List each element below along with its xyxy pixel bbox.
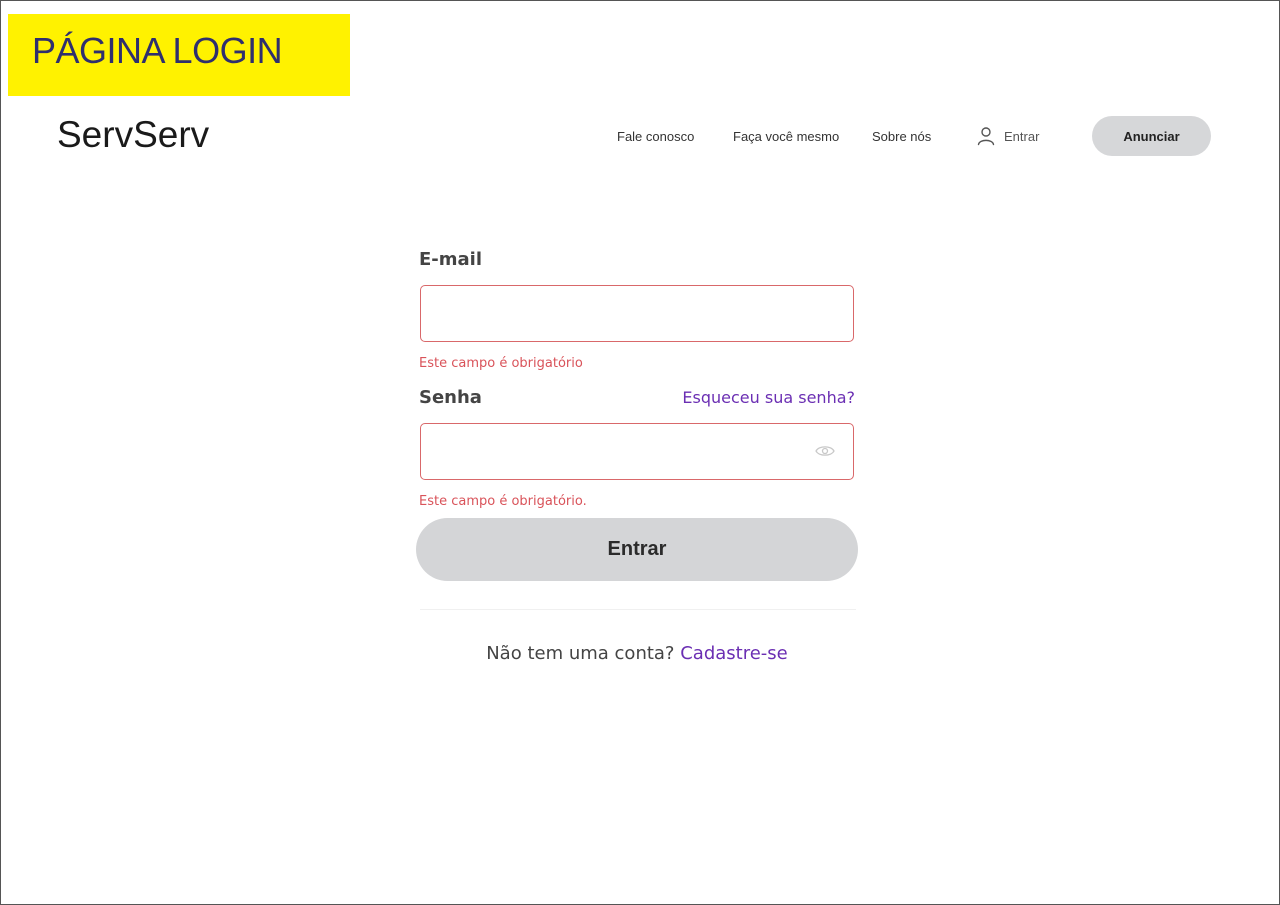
form-divider <box>420 609 856 610</box>
eye-icon[interactable] <box>815 443 835 459</box>
email-field-box <box>420 285 854 342</box>
password-field[interactable] <box>421 424 853 479</box>
nav-login-link[interactable]: Entrar <box>976 126 1039 146</box>
brand-logo[interactable]: ServServ <box>57 114 209 156</box>
email-field[interactable] <box>421 286 853 341</box>
email-label: E-mail <box>419 249 483 270</box>
user-icon <box>977 127 995 146</box>
nav-link-sobre-nos[interactable]: Sobre nós <box>872 129 931 144</box>
signup-prompt: Não tem uma conta? Cadastre-se <box>416 643 858 664</box>
signup-prompt-text: Não tem uma conta? <box>486 643 675 664</box>
nav-link-fale-conosco[interactable]: Fale conosco <box>617 129 694 144</box>
forgot-password-link[interactable]: Esqueceu sua senha? <box>682 388 855 407</box>
login-submit-button[interactable]: Entrar <box>416 518 858 581</box>
password-field-box <box>420 423 854 480</box>
page-label-text: PÁGINA LOGIN <box>32 30 283 71</box>
password-label: Senha <box>419 387 482 408</box>
password-error-message: Este campo é obrigatório. <box>419 494 587 509</box>
email-error-message: Este campo é obrigatório <box>419 356 583 371</box>
nav-login-label: Entrar <box>1004 128 1040 144</box>
nav-link-faca-voce-mesmo[interactable]: Faça você mesmo <box>733 129 839 144</box>
page-label-banner: PÁGINA LOGIN <box>8 14 350 96</box>
signup-link[interactable]: Cadastre-se <box>680 643 788 664</box>
anunciar-button[interactable]: Anunciar <box>1092 116 1211 156</box>
